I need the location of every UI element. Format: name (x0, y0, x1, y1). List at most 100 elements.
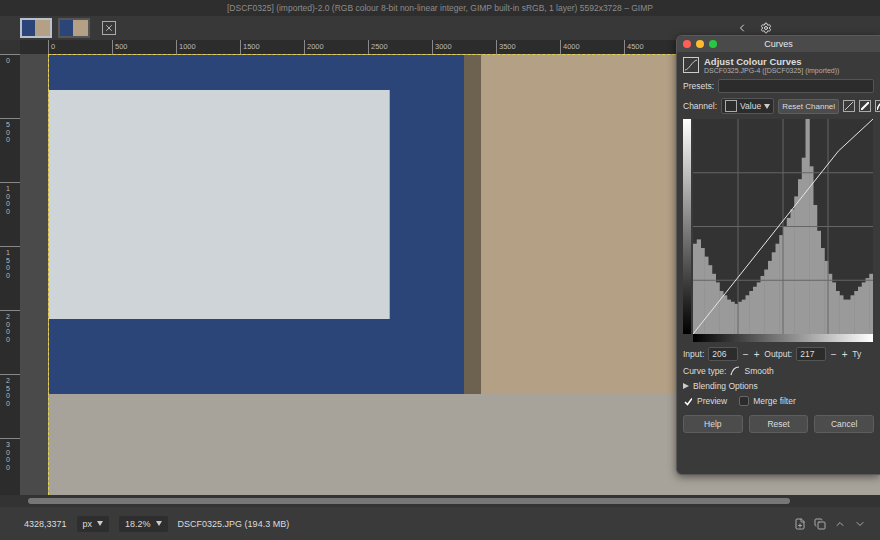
grid-line (828, 119, 829, 334)
image-tab-thumbnail[interactable] (58, 18, 90, 38)
unit-select[interactable]: px (77, 516, 110, 532)
ruler-label: 1500 (0, 246, 20, 310)
histogram-bar (817, 231, 821, 334)
dialog-subtitle: DSCF0325.JPG-4 ([DSCF0325] (imported)) (704, 67, 839, 74)
input-field[interactable]: 206 (708, 347, 738, 361)
checkbox[interactable]: Merge filter (739, 396, 796, 406)
histogram-bar (749, 291, 753, 334)
up-icon[interactable] (834, 518, 846, 530)
output-field[interactable]: 217 (796, 347, 826, 361)
input-minus[interactable]: − (742, 349, 749, 360)
minimize-light-icon[interactable] (696, 40, 704, 48)
histogram-bar (832, 282, 836, 334)
smooth-curve-icon[interactable] (875, 100, 880, 112)
new-file-icon[interactable] (794, 518, 806, 530)
curves-graph[interactable] (693, 119, 873, 334)
curves-dialog: Curves Adjust Colour CurvesDSCF0325.JPG-4… (676, 35, 880, 475)
histogram-bar (813, 205, 817, 334)
ruler-label: 3000 (0, 438, 20, 495)
status-icons (794, 518, 866, 530)
grid-line (693, 280, 873, 281)
checkbox[interactable]: Preview (683, 396, 727, 406)
curve-type-value[interactable]: Smooth (744, 366, 773, 376)
dialog-button[interactable]: Help (683, 415, 743, 433)
presets-field[interactable] (718, 79, 874, 93)
image-tab-thumbnail[interactable] (20, 18, 52, 38)
zoom-light-icon[interactable] (709, 40, 717, 48)
histogram-bar (727, 300, 731, 334)
curves-icon (683, 57, 699, 73)
zoom-select[interactable]: 18.2% (119, 516, 168, 532)
histogram-bar (866, 278, 870, 334)
close-light-icon[interactable] (683, 40, 691, 48)
close-tab-icon[interactable] (102, 21, 116, 35)
output-minus[interactable]: − (830, 349, 837, 360)
status-bar: 4328,3371px18.2%DSCF0325.JPG (194.3 MB) (0, 507, 880, 540)
type-label: Ty (852, 349, 861, 359)
reset-channel-button[interactable]: Reset Channel (778, 99, 839, 114)
histogram-bar (772, 252, 776, 334)
ruler-label: 1000 (0, 182, 20, 246)
settings-icon[interactable] (760, 22, 772, 34)
output-plus[interactable]: + (841, 349, 848, 360)
horizontal-scrollbar[interactable] (0, 495, 880, 507)
curve-type-row: Curve type:Smooth (683, 366, 874, 376)
down-icon[interactable] (854, 518, 866, 530)
log-histogram-icon[interactable] (859, 100, 871, 112)
output-gradient (683, 119, 691, 334)
blending-options[interactable]: Blending Options (683, 381, 874, 391)
histogram-bar (746, 295, 750, 334)
input-gradient (693, 334, 873, 342)
checkbox-box[interactable] (739, 396, 749, 406)
dialog-header: Adjust Colour CurvesDSCF0325.JPG-4 ([DSC… (683, 56, 874, 74)
ruler-label: 1500 (240, 40, 304, 54)
dialog-heading: Adjust Colour Curves (704, 56, 839, 67)
ruler-label: 2500 (368, 40, 432, 54)
histogram-bar (697, 239, 701, 334)
histogram-bar (809, 166, 813, 334)
input-output-row: Input:206−+Output:217−+Ty (683, 347, 874, 361)
histogram-bar (704, 257, 708, 334)
histogram-bar (742, 300, 746, 334)
histogram-bar (761, 276, 765, 334)
ruler-label: 1000 (176, 40, 240, 54)
histogram-bar (768, 261, 772, 334)
collapse-icon[interactable] (736, 22, 748, 34)
ruler-label: 3500 (496, 40, 560, 54)
channel-select[interactable]: Value (721, 98, 774, 114)
histogram-bar (854, 291, 858, 334)
ruler-label: 2500 (0, 374, 20, 438)
histogram-bar (708, 265, 712, 334)
ruler-label: 500 (112, 40, 176, 54)
dialog-title-bar[interactable]: Curves (677, 36, 880, 52)
linear-histogram-icon[interactable] (843, 100, 855, 112)
ruler-corner (0, 40, 20, 54)
ruler-label: 0 (48, 40, 112, 54)
dialog-button[interactable]: Reset (749, 415, 809, 433)
dialog-button[interactable]: Cancel (814, 415, 874, 433)
copy-icon[interactable] (814, 518, 826, 530)
histogram-bar (862, 282, 866, 334)
histogram-bar (843, 300, 847, 334)
ruler-label: 3000 (432, 40, 496, 54)
histogram-bar (821, 248, 825, 334)
curve-line[interactable] (693, 119, 873, 334)
histogram-bar (847, 300, 851, 334)
grid-line (693, 226, 873, 227)
expander-icon[interactable] (683, 383, 689, 389)
dropdown-caret-icon (156, 521, 162, 526)
title-bar: [DSCF0325] (imported)-2.0 (RGB colour 8-… (0, 0, 880, 16)
ruler-label: 2000 (304, 40, 368, 54)
ruler-label: 2000 (0, 310, 20, 374)
histogram-bar (858, 287, 862, 334)
histogram-bar (776, 244, 780, 334)
file-info: DSCF0325.JPG (194.3 MB) (178, 519, 290, 529)
histogram-bar (787, 218, 791, 334)
dropdown-caret-icon (97, 521, 103, 526)
dropdown-caret-icon (764, 104, 770, 109)
checkbox-box[interactable] (683, 396, 693, 406)
vertical-ruler[interactable]: 050010001500200025003000 (0, 54, 20, 495)
scrollbar-thumb[interactable] (28, 498, 790, 504)
input-plus[interactable]: + (753, 349, 760, 360)
dialog-buttons: Help Reset Cancel (683, 415, 874, 433)
